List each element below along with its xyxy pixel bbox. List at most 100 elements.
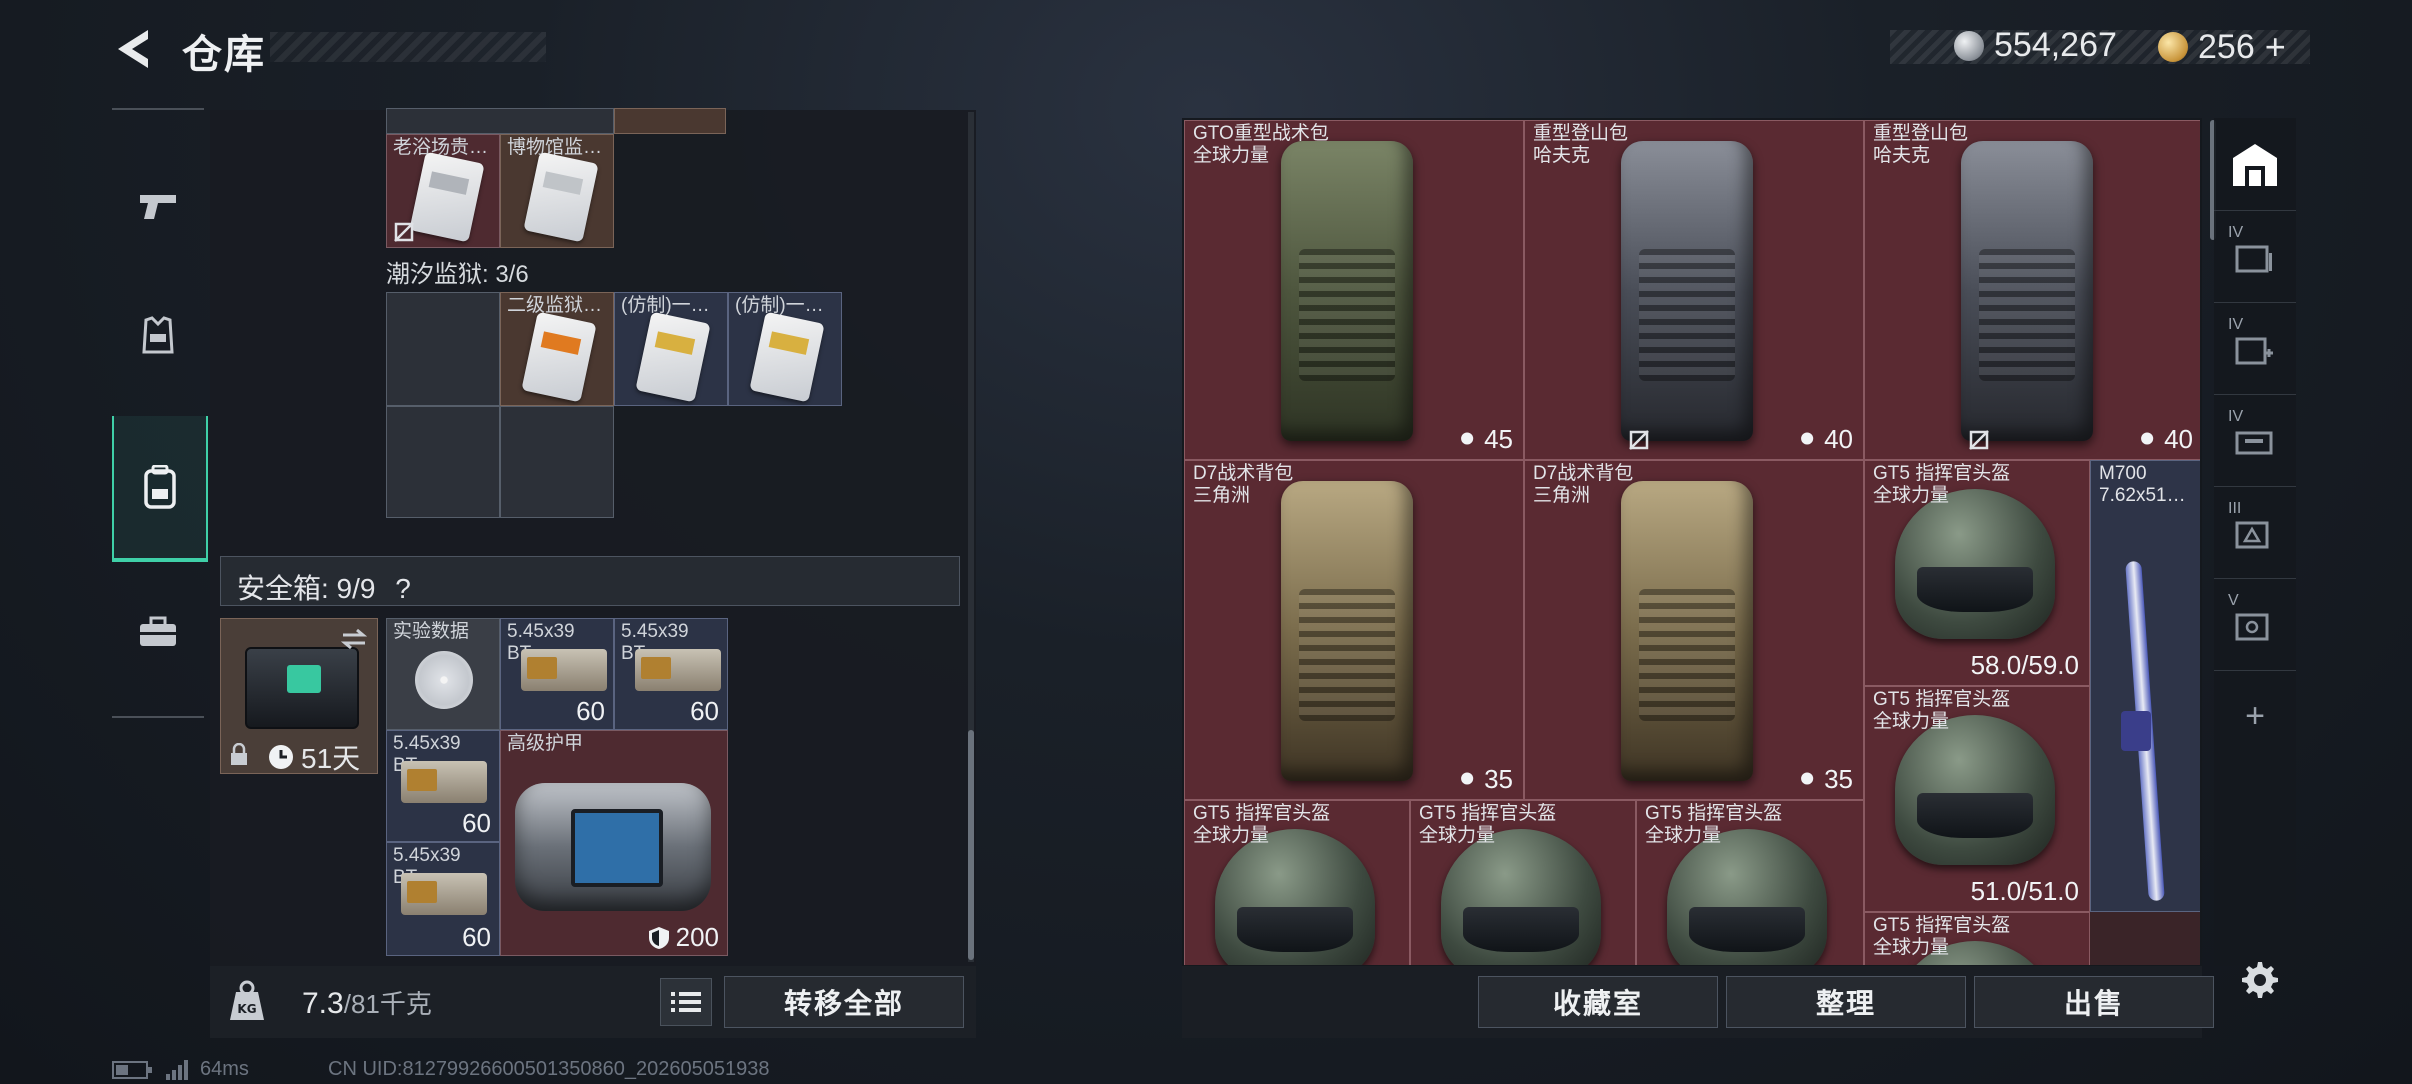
helmet-item[interactable]: GT5 指挥官头盔 全球力量 [1184, 800, 1410, 965]
gold-currency[interactable]: 256 + [2158, 26, 2286, 68]
add-stash-tab-button[interactable]: + [2214, 670, 2296, 762]
battery-icon [112, 1060, 152, 1079]
helmet-item[interactable]: GT5 指挥官头盔 全球力量 [1864, 912, 2090, 965]
ammo-box-icon [635, 649, 721, 691]
backpack-image [1621, 481, 1753, 781]
ammo-box-icon [401, 761, 487, 803]
weight-kg-icon: KG [230, 980, 264, 1020]
stash-grid: GTO重型战术包 全球力量 ⚫ 45 重型登山包 哈夫克 ⚫ 40 重型登山包 哈夫… [1184, 120, 2200, 965]
ammo-box-icon [521, 649, 607, 691]
helmet-image [1667, 829, 1827, 965]
safe-box-container[interactable]: 51天 [220, 618, 378, 774]
nav-backpack[interactable] [112, 416, 208, 562]
swap-icon[interactable] [339, 627, 369, 651]
key-card-slot[interactable]: 博物馆监… [500, 134, 614, 248]
user-uid: CN UID:81279926600501350860_202605051938 [328, 1058, 770, 1080]
tab-tier-3[interactable]: III [2214, 486, 2296, 579]
prison-section-label: 潮汐监狱: 3/6 [386, 261, 529, 288]
tab-tier-5[interactable]: V [2214, 578, 2296, 671]
back-arrow-icon[interactable] [112, 26, 158, 72]
silver-currency: 554,267 [1954, 26, 2117, 65]
tab-all-stash[interactable] [2214, 118, 2296, 211]
collection-room-button[interactable]: 收藏室 [1478, 976, 1718, 1028]
organize-button[interactable]: 整理 [1726, 976, 1966, 1028]
no-insure-icon [394, 222, 414, 242]
key-card-slot[interactable]: 老浴场贵… [386, 134, 500, 248]
rifle-item[interactable]: M700 7.62x51… [2090, 460, 2200, 912]
backpack-item[interactable]: GTO重型战术包 全球力量 ⚫ 45 [1184, 120, 1524, 460]
nav-weapons[interactable] [112, 160, 204, 252]
capacity-icon: ⚫ [2136, 424, 2159, 454]
backpack-image [1281, 481, 1413, 781]
capacity-icon: ⚫ [1796, 764, 1819, 794]
silver-amount: 554,267 [1994, 26, 2117, 64]
ping-value: 64ms [200, 1058, 249, 1080]
inventory-item[interactable]: 实验数据 [386, 618, 500, 730]
safe-box-timer: 51天 [301, 743, 361, 774]
help-button[interactable]: ? [395, 573, 411, 604]
carry-weight: 7.3/81千克 [302, 987, 432, 1020]
key-card-icon [409, 151, 485, 243]
no-insure-icon [1969, 429, 1990, 450]
settings-gear-icon[interactable] [2236, 958, 2280, 1002]
ammo-item[interactable]: 5.45x39 BT 60 [500, 618, 614, 730]
warehouse-icon [2233, 144, 2277, 186]
ammo-item[interactable]: 5.45x39 BT 60 [386, 842, 500, 956]
transfer-all-button[interactable]: 转移全部 [724, 976, 964, 1028]
no-insure-icon [1629, 429, 1650, 450]
capacity-icon: ⚫ [1456, 764, 1479, 794]
tab-tier-4-c[interactable]: IV [2214, 394, 2296, 487]
empty-slot[interactable] [500, 406, 614, 518]
empty-slot[interactable] [386, 406, 500, 518]
helmet-image [1895, 715, 2055, 865]
backpack-item[interactable]: 重型登山包 哈夫克 ⚫ 40 [1864, 120, 2200, 460]
helmet-image [1895, 489, 2055, 639]
backpack-icon [144, 465, 176, 509]
armor-vest-icon [142, 316, 174, 354]
list-view-button[interactable] [660, 978, 712, 1026]
backpack-item[interactable]: D7战术背包 三角洲 ⚫ 35 [1184, 460, 1524, 800]
key-card-icon [635, 311, 711, 403]
key-card-slot[interactable]: 二级监狱… [500, 292, 614, 406]
backpack-item[interactable]: D7战术背包 三角洲 ⚫ 35 [1524, 460, 1864, 800]
gold-amount: 256 [2198, 27, 2255, 66]
page-title: 仓库 [182, 33, 266, 77]
key-card-slot[interactable]: (仿制)一… [614, 292, 728, 406]
tab-tier-4-b[interactable]: IV [2214, 302, 2296, 395]
helmet-item[interactable]: GT5 指挥官头盔 全球力量 [1636, 800, 1864, 965]
network-status: 64ms [112, 1058, 249, 1081]
helmet-image [1215, 829, 1375, 965]
capacity-icon: ⚫ [1796, 424, 1819, 454]
stash-tabs: IV IV IV III V + [2214, 118, 2296, 966]
safe-box-label: 安全箱: 9/9 [237, 573, 376, 604]
safe-box-bar: 安全箱: 9/9 ? [220, 556, 960, 606]
helmet-item[interactable]: GT5 指挥官头盔 全球力量 58.0/59.0 [1864, 460, 2090, 686]
clock-icon [269, 745, 293, 769]
nav-case[interactable] [112, 586, 204, 678]
capacity-icon: ⚫ [1456, 424, 1479, 454]
svg-text:KG: KG [237, 1002, 256, 1016]
lock-icon [231, 743, 247, 765]
ammo-item[interactable]: 5.45x39 BT 60 [614, 618, 728, 730]
helmet-image [1441, 829, 1601, 965]
scrollbar[interactable] [968, 730, 974, 960]
tab-tier-4-a[interactable]: IV [2214, 210, 2296, 303]
list-icon [671, 992, 701, 1012]
backpack-item[interactable]: 重型登山包 哈夫克 ⚫ 40 [1524, 120, 1864, 460]
pistol-icon [140, 195, 176, 219]
armor-item[interactable]: 高级护甲 200 [500, 730, 728, 956]
gun-box-icon [2235, 431, 2273, 455]
signal-icon [166, 1059, 188, 1080]
inventory-slot[interactable] [614, 108, 726, 134]
key-card-slot[interactable]: (仿制)一… [728, 292, 842, 406]
silver-coin-icon [1954, 30, 1984, 61]
medkit-box-icon [2235, 337, 2273, 365]
sell-button[interactable]: 出售 [1974, 976, 2214, 1028]
helmet-item[interactable]: GT5 指挥官头盔 全球力量 51.0/51.0 [1864, 686, 2090, 912]
empty-slot[interactable] [386, 292, 500, 406]
inventory-slot[interactable] [386, 108, 614, 134]
add-gold-button[interactable]: + [2265, 26, 2286, 68]
ammo-item[interactable]: 5.45x39 BT 60 [386, 730, 500, 842]
nav-armor[interactable] [112, 290, 204, 382]
helmet-item[interactable]: GT5 指挥官头盔 全球力量 [1410, 800, 1636, 965]
